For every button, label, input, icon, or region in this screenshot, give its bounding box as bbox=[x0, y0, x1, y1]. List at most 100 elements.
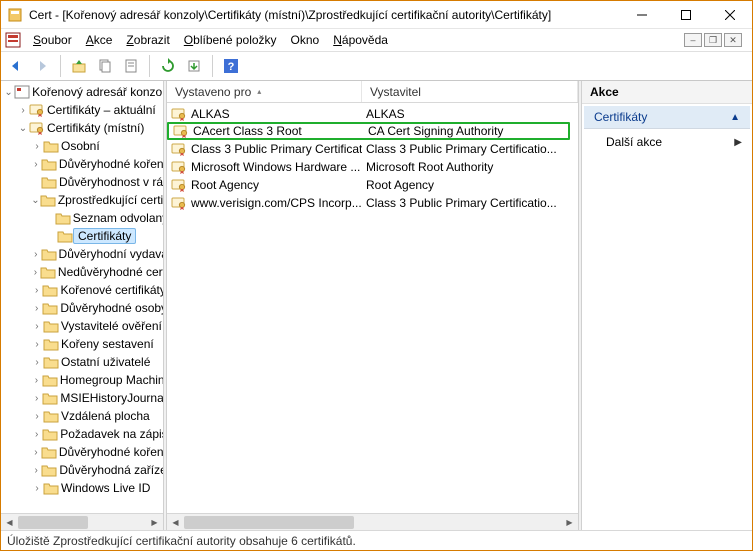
expand-open-icon[interactable]: ⌄ bbox=[17, 123, 29, 134]
export-button[interactable] bbox=[183, 55, 205, 77]
tree-item[interactable]: ⌄Certifikáty (místní) bbox=[3, 119, 163, 137]
refresh-button[interactable] bbox=[157, 55, 179, 77]
tree-label: Kořenový adresář konzoly bbox=[30, 85, 163, 99]
mdi-close[interactable]: ✕ bbox=[724, 33, 742, 47]
column-issued-to[interactable]: Vystaveno pro▴ bbox=[167, 81, 362, 102]
actions-section[interactable]: Certifikáty ▲ bbox=[584, 106, 750, 129]
expand-closed-icon[interactable]: › bbox=[31, 285, 42, 296]
back-button[interactable] bbox=[5, 55, 27, 77]
tree-item[interactable]: Certifikáty bbox=[3, 227, 163, 245]
column-issuer[interactable]: Vystavitel bbox=[362, 81, 578, 102]
expand-closed-icon[interactable]: › bbox=[31, 321, 43, 332]
expand-closed-icon[interactable]: › bbox=[17, 105, 29, 116]
expand-closed-icon[interactable]: › bbox=[31, 339, 43, 350]
expand-closed-icon[interactable]: › bbox=[31, 267, 40, 278]
tree-item[interactable]: ⌄Zprostředkující certifikační bbox=[3, 191, 163, 209]
expand-closed-icon[interactable]: › bbox=[31, 429, 42, 440]
tree-item[interactable]: Seznam odvolaných bbox=[3, 209, 163, 227]
menu-zobrazit[interactable]: Zobrazit bbox=[120, 31, 175, 49]
maximize-button[interactable] bbox=[664, 1, 708, 28]
certificate-icon bbox=[171, 177, 187, 193]
menubar: Soubor Akce Zobrazit Oblíbené položky Ok… bbox=[1, 29, 752, 51]
list-row[interactable]: Microsoft Windows Hardware ...Microsoft … bbox=[167, 158, 578, 176]
properties-button[interactable] bbox=[120, 55, 142, 77]
tree-label: Nedůvěryhodné certifikáty bbox=[56, 265, 163, 279]
list-h-scrollbar[interactable]: ◀ ▶ bbox=[167, 513, 578, 530]
tree-item[interactable]: ⌄ Kořenový adresář konzoly bbox=[3, 83, 163, 101]
tree-label: Důvěryhodné kořenové bbox=[57, 157, 163, 171]
tree-item[interactable]: ›Kořenové certifikáty bbox=[3, 281, 163, 299]
copy-button[interactable] bbox=[94, 55, 116, 77]
statusbar: Úložiště Zprostředkující certifikační au… bbox=[1, 530, 752, 550]
tree-label: Windows Live ID bbox=[59, 481, 152, 495]
expand-closed-icon[interactable]: › bbox=[31, 357, 43, 368]
expand-closed-icon[interactable]: › bbox=[31, 411, 43, 422]
menu-oblibene[interactable]: Oblíbené položky bbox=[178, 31, 283, 49]
tree-item[interactable]: ›Požadavek na zápis bbox=[3, 425, 163, 443]
expand-closed-icon[interactable]: › bbox=[31, 375, 42, 386]
scroll-right-icon[interactable]: ▶ bbox=[561, 514, 578, 531]
cell-issuer: Class 3 Public Primary Certificatio... bbox=[362, 196, 578, 210]
folder-icon bbox=[42, 300, 58, 316]
close-button[interactable] bbox=[708, 1, 752, 28]
tree-item[interactable]: › Důvěryhodní vydavatelé bbox=[3, 245, 163, 263]
expand-open-icon[interactable]: ⌄ bbox=[31, 195, 40, 206]
tree-label: Vzdálená plocha bbox=[59, 409, 152, 423]
expand-closed-icon[interactable]: › bbox=[31, 141, 43, 152]
tree-item[interactable]: ›Kořeny sestavení bbox=[3, 335, 163, 353]
list-row[interactable]: www.verisign.com/CPS Incorp...Class 3 Pu… bbox=[167, 194, 578, 212]
forward-button[interactable] bbox=[31, 55, 53, 77]
actions-more[interactable]: Další akce ▶ bbox=[582, 131, 752, 153]
tree-label: Seznam odvolaných bbox=[71, 211, 163, 225]
actions-more-label: Další akce bbox=[606, 135, 662, 149]
tree-item[interactable]: ›Důvěryhodné kořenové bbox=[3, 443, 163, 461]
scroll-right-icon[interactable]: ▶ bbox=[146, 514, 163, 531]
tree-item[interactable]: › Vzdálená plocha bbox=[3, 407, 163, 425]
menu-napoveda[interactable]: Nápověda bbox=[327, 31, 394, 49]
folder-icon bbox=[14, 84, 30, 100]
tree-item[interactable]: › Důvěryhodná zařízení bbox=[3, 461, 163, 479]
tree-item[interactable]: ›Homegroup Machine bbox=[3, 371, 163, 389]
sysmenu-icon[interactable] bbox=[7, 7, 23, 23]
tree[interactable]: ⌄Kořenový adresář konzoly›Certifikáty – … bbox=[1, 81, 163, 513]
tree-label: Důvěryhodní vydavatelé bbox=[57, 247, 163, 261]
expand-closed-icon[interactable]: › bbox=[31, 393, 42, 404]
expand-closed-icon[interactable]: › bbox=[31, 483, 43, 494]
tree-label: Důvěryhodná zařízení bbox=[57, 463, 163, 477]
tree-item[interactable]: ›Osobní bbox=[3, 137, 163, 155]
minimize-button[interactable] bbox=[620, 1, 664, 28]
up-button[interactable] bbox=[68, 55, 90, 77]
menu-soubor[interactable]: Soubor bbox=[27, 31, 78, 49]
cell-issuer: CA Cert Signing Authority bbox=[364, 124, 568, 138]
mdi-restore[interactable]: ❐ bbox=[704, 33, 722, 47]
help-button[interactable]: ? bbox=[220, 55, 242, 77]
menu-okno[interactable]: Okno bbox=[285, 31, 326, 49]
tree-item[interactable]: ›Vystavitelé ověření bbox=[3, 317, 163, 335]
expand-closed-icon[interactable]: › bbox=[31, 303, 42, 314]
tree-item[interactable]: ›MSIEHistoryJournal bbox=[3, 389, 163, 407]
tree-item[interactable]: ›Důvěryhodné osoby bbox=[3, 299, 163, 317]
scroll-left-icon[interactable]: ◀ bbox=[167, 514, 184, 531]
expand-closed-icon[interactable]: › bbox=[31, 447, 41, 458]
tree-h-scrollbar[interactable]: ◀ ▶ bbox=[1, 513, 163, 530]
tree-item[interactable]: › Certifikáty – aktuální bbox=[3, 101, 163, 119]
tree-pane: ⌄Kořenový adresář konzoly›Certifikáty – … bbox=[1, 81, 163, 530]
expand-open-icon[interactable]: ⌄ bbox=[3, 87, 14, 98]
mdi-minimize[interactable]: – bbox=[684, 33, 702, 47]
expand-closed-icon[interactable]: › bbox=[31, 249, 41, 260]
list-row[interactable]: Class 3 Public Primary Certificat...Clas… bbox=[167, 140, 578, 158]
tree-item[interactable]: › Nedůvěryhodné certifikáty bbox=[3, 263, 163, 281]
menu-akce[interactable]: Akce bbox=[80, 31, 119, 49]
list-row[interactable]: Root AgencyRoot Agency bbox=[167, 176, 578, 194]
tree-label: Certifikáty – aktuální bbox=[45, 103, 158, 117]
list-row[interactable]: CAcert Class 3 RootCA Cert Signing Autho… bbox=[167, 122, 570, 140]
list-row[interactable]: ALKASALKAS bbox=[167, 105, 578, 123]
tree-item[interactable]: Důvěryhodnost v rámci bbox=[3, 173, 163, 191]
tree-item[interactable]: › Důvěryhodné kořenové bbox=[3, 155, 163, 173]
tree-item[interactable]: › Windows Live ID bbox=[3, 479, 163, 497]
scroll-left-icon[interactable]: ◀ bbox=[1, 514, 18, 531]
expand-closed-icon[interactable]: › bbox=[31, 159, 41, 170]
list[interactable]: ALKASALKASCAcert Class 3 RootCA Cert Sig… bbox=[167, 103, 578, 513]
tree-item[interactable]: ›Ostatní uživatelé bbox=[3, 353, 163, 371]
expand-closed-icon[interactable]: › bbox=[31, 465, 41, 476]
